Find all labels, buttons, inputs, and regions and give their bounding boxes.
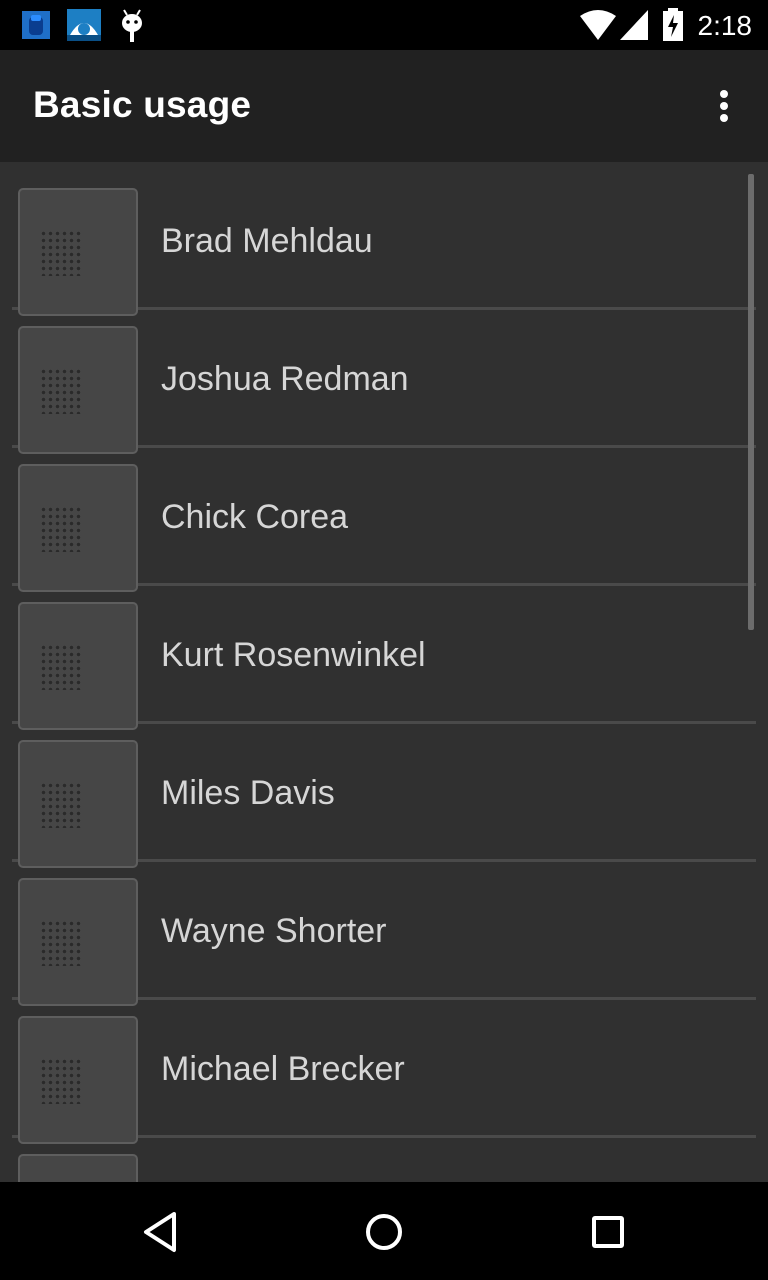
drag-handle[interactable] — [18, 878, 138, 1006]
wifi-icon — [580, 10, 616, 40]
list-item[interactable] — [12, 1140, 756, 1182]
status-clock: 2:18 — [697, 10, 753, 41]
scrollbar[interactable] — [748, 174, 754, 630]
list-item[interactable]: Wayne Shorter — [12, 864, 756, 1006]
android-debug-icon — [122, 9, 142, 42]
list-item-label: Chick Corea — [161, 498, 349, 536]
list-item-label: Michael Brecker — [161, 1050, 405, 1088]
drag-handle[interactable] — [18, 1154, 138, 1182]
list-item[interactable]: Kurt Rosenwinkel — [12, 588, 756, 730]
app-notification-icon — [22, 11, 50, 39]
grip-icon — [40, 506, 82, 552]
grip-icon — [40, 230, 82, 276]
list-item[interactable]: Michael Brecker — [12, 1002, 756, 1144]
weather-notification-icon — [67, 9, 101, 41]
back-icon[interactable] — [134, 1206, 186, 1258]
grip-icon — [40, 920, 82, 966]
grip-icon — [40, 644, 82, 690]
drag-handle[interactable] — [18, 1016, 138, 1144]
list-item-label: Miles Davis — [161, 774, 335, 812]
battery-charging-icon — [663, 8, 683, 41]
list-item-label: Joshua Redman — [161, 360, 409, 398]
page-title: Basic usage — [33, 84, 252, 125]
drag-sort-list[interactable]: Brad Mehldau Joshua Redman Chick Corea K… — [0, 162, 768, 1182]
list-item[interactable]: Joshua Redman — [12, 312, 756, 454]
drag-handle[interactable] — [18, 740, 138, 868]
drag-handle[interactable] — [18, 602, 138, 730]
app-bar: Basic usage — [0, 50, 768, 162]
nav-bar — [0, 1182, 768, 1280]
list-item[interactable]: Brad Mehldau — [12, 174, 756, 316]
grip-icon — [40, 368, 82, 414]
list-item[interactable]: Chick Corea — [12, 450, 756, 592]
status-bar: 2:18 — [0, 0, 768, 50]
drag-handle[interactable] — [18, 326, 138, 454]
cell-signal-icon — [620, 10, 648, 40]
home-icon[interactable] — [358, 1206, 410, 1258]
list-item-label: Kurt Rosenwinkel — [161, 636, 426, 674]
recents-icon[interactable] — [582, 1206, 634, 1258]
grip-icon — [40, 1058, 82, 1104]
list-item-label: Wayne Shorter — [161, 912, 387, 950]
list-item[interactable]: Miles Davis — [12, 726, 756, 868]
drag-handle[interactable] — [18, 188, 138, 316]
list-item-label: Brad Mehldau — [161, 222, 373, 260]
drag-handle[interactable] — [18, 464, 138, 592]
grip-icon — [40, 782, 82, 828]
overflow-menu-icon[interactable] — [706, 86, 742, 126]
